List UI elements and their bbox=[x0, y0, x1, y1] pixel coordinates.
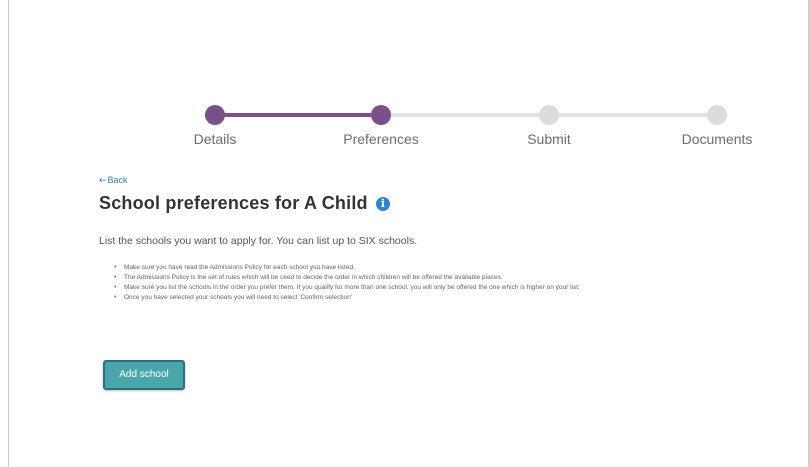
step-label: Submit bbox=[527, 131, 571, 147]
back-link[interactable]: ←Back bbox=[99, 175, 128, 186]
step-label: Details bbox=[193, 131, 237, 147]
page-frame: Details Preferences Submit Documents ←Ba… bbox=[8, 0, 809, 467]
intro-text: List the schools you want to apply for. … bbox=[99, 235, 418, 247]
info-icon[interactable]: i bbox=[375, 197, 390, 211]
add-school-button[interactable]: Add school bbox=[103, 360, 185, 390]
step-submit: Submit bbox=[489, 96, 609, 147]
guidance-item: Once you have selected your schools you … bbox=[114, 293, 719, 303]
guidance-item: Make sure you list the schools in the or… bbox=[114, 283, 719, 293]
step-label: Documents bbox=[681, 131, 753, 147]
progress-stepper: Details Preferences Submit Documents bbox=[9, 96, 809, 156]
back-link-label: Back bbox=[107, 175, 128, 185]
step-documents: Documents bbox=[657, 96, 777, 147]
step-label: Preferences bbox=[343, 131, 419, 147]
step-dot-current bbox=[371, 105, 391, 125]
guidance-item: Make sure you have read the Admissions P… bbox=[114, 263, 719, 273]
step-dot-complete bbox=[205, 105, 225, 125]
step-dot-pending bbox=[539, 105, 559, 125]
step-details: Details bbox=[155, 96, 275, 147]
step-dot-pending bbox=[707, 105, 727, 125]
guidance-list: Make sure you have read the Admissions P… bbox=[114, 263, 719, 303]
guidance-item: The Admissions Policy is the set of rule… bbox=[114, 273, 719, 283]
page-title-text: School preferences for A Child bbox=[99, 193, 368, 213]
step-preferences: Preferences bbox=[321, 96, 441, 147]
page-title: School preferences for A Child i bbox=[99, 193, 390, 214]
left-arrow-icon: ← bbox=[99, 176, 107, 186]
